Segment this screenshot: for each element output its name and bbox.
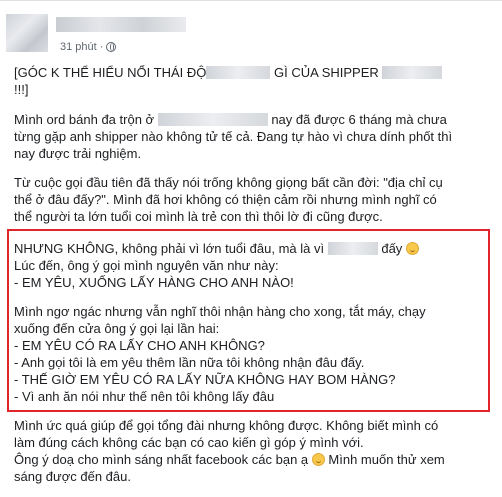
smile-emoji-icon (405, 242, 419, 255)
boxed-paragraph-2: Mình ngơ ngác nhưng vẫn nghĩ thôi nhận h… (14, 303, 488, 405)
b2-line-5: - THẾ GIỜ EM YÊU CÓ RA LẤY NỮA KHÔNG HAY… (14, 372, 396, 387)
title-part-3: !!!] (14, 82, 29, 97)
b2-line-1: Mình ngơ ngác nhưng vẫn nghĩ thôi nhận h… (14, 304, 426, 319)
author-name-redacted[interactable] (56, 17, 186, 32)
top-divider (0, 0, 502, 1)
p3-line-3b: Mình muốn thử xem (328, 452, 445, 467)
b1-line-1a: NHƯNG KHÔNG, không phải vì lớn tuổi đâu,… (14, 241, 325, 256)
author-avatar[interactable] (6, 14, 48, 52)
paragraph-2: Từ cuộc gọi đầu tiên đã thấy nói trống k… (14, 174, 488, 225)
title-part-2: GÌ CỦA SHIPPER (274, 65, 379, 80)
title-part-1: [GÓC K THỂ HIỂU NỔI THÁI ĐỘ (14, 65, 207, 80)
globe-icon (106, 42, 117, 52)
b2-line-4: - Anh gọi tôi là em yêu thêm lần nữa tôi… (14, 355, 365, 370)
paragraph-3: Mình ức quá giúp để gọi tổng đài nhưng k… (14, 417, 488, 485)
p2-line-3: thể người ta lớn tuổi coi mình là trẻ co… (14, 209, 383, 224)
redacted-text (206, 66, 271, 79)
p1-line-2: từng gặp anh shipper nào không tử tế cả.… (14, 129, 453, 144)
smile-emoji-icon (311, 453, 325, 466)
b1-line-2: Lúc đến, ông ý gọi mình nguyên văn như n… (14, 258, 279, 273)
p3-line-2: làm đúng cách không các bạn có cao kiến … (14, 435, 364, 450)
b1-line-1b: đấy (381, 241, 403, 256)
redacted-text (157, 113, 268, 126)
p3-line-3a: Ông ý doạ cho mình sáng nhất facebook cá… (14, 452, 309, 467)
p2-line-2: thể ở đâu đấy?". Mình đã hơi không có th… (14, 192, 437, 207)
b1-line-3: - EM YÊU, XUỐNG LẤY HÀNG CHO ANH NÀO! (14, 275, 294, 290)
redacted-text (382, 66, 443, 79)
boxed-paragraph-1: NHƯNG KHÔNG, không phải vì lớn tuổi đâu,… (14, 240, 488, 291)
redacted-text (327, 242, 378, 255)
b2-line-3: - EM YÊU CÓ RA LẤY CHO ANH KHÔNG? (14, 338, 265, 353)
p2-line-1: Từ cuộc gọi đầu tiên đã thấy nói trống k… (14, 175, 443, 190)
post-content: [GÓC K THỂ HIỂU NỔI THÁI ĐỘ GÌ CỦA SHIPP… (14, 64, 488, 485)
b2-line-6: - Vì anh ăn nói như thế nên tôi không lấ… (14, 389, 275, 404)
p3-line-1: Mình ức quá giúp để gọi tổng đài nhưng k… (14, 418, 439, 433)
p1-line-1a: Mình ord bánh đa trộn ở (14, 112, 155, 127)
post-title: [GÓC K THỂ HIỂU NỔI THÁI ĐỘ GÌ CỦA SHIPP… (14, 64, 488, 98)
p3-line-4: sáng được đến đâu. (14, 469, 131, 484)
p1-line-1b: nay đã được 6 tháng mà chưa (271, 112, 447, 127)
post-time[interactable]: 31 phút · (60, 41, 103, 53)
b2-line-2: xuống đến cửa ông ý gọi lại lần hai: (14, 321, 220, 336)
paragraph-1: Mình ord bánh đa trộn ở nay đã được 6 th… (14, 111, 488, 162)
post-meta: 31 phút · (60, 41, 117, 53)
p1-line-3: nay được trải nghiệm. (14, 146, 142, 161)
